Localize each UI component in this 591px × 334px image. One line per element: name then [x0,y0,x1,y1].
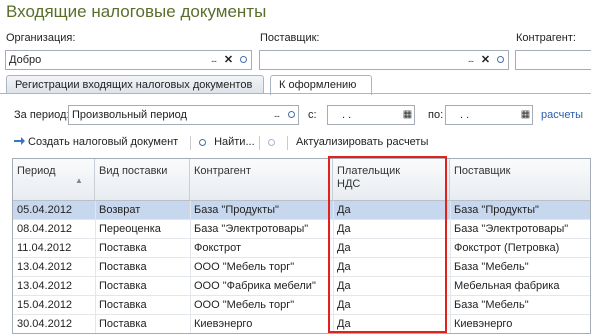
cell-counterparty: ООО "Мебель торг" [194,299,295,311]
select-button[interactable]: ... [269,106,284,124]
date-to-value: . . [460,109,470,121]
table-row[interactable]: 13.04.2012 Поставка ООО "Мебель торг" Да Баз… [13,258,590,277]
table-row[interactable]: 15.04.2012 Поставка ООО "Мебель торг" Да Баз… [13,296,590,315]
header-period-label: Период [17,165,56,177]
organization-label: Организация: [6,32,76,44]
cell-delivery-type: Возврат [99,204,141,216]
cell-supplier: База "Продукты" [454,204,539,216]
documents-table[interactable]: Период ▲ Вид поставки Контрагент Платель… [12,158,591,334]
column-divider [190,201,191,333]
cell-period: 30.04.2012 [17,318,73,330]
cell-supplier: База "Мебель" [454,261,529,273]
period-value: Произвольный период [72,109,187,121]
toolbar-divider [259,136,260,150]
period-select[interactable]: Произвольный период ... [68,105,299,125]
column-header-period[interactable]: Период ▲ [13,159,95,201]
cell-supplier: Фокстрот (Петровка) [454,242,560,254]
date-to-field[interactable]: . . ▦ [445,105,533,125]
cell-delivery-type: Поставка [99,280,147,292]
table-row[interactable]: 05.04.2012 Возврат База "Продукты" Да База "… [13,201,590,220]
cell-delivery-type: Поставка [99,318,147,330]
find-button[interactable]: Найти... [199,136,255,148]
toolbar-divider [287,136,288,150]
find-label: Найти... [214,136,255,148]
arrow-right-icon [14,137,25,145]
column-header-supplier[interactable]: Поставщик [450,159,590,201]
search-icon[interactable] [236,51,251,69]
search-icon[interactable] [493,51,508,69]
window-title: Входящие налоговые документы [6,2,267,21]
search-icon[interactable] [284,106,299,124]
cell-period: 05.04.2012 [17,204,73,216]
toolbar: Создать налоговый документ Найти... Акту… [0,131,591,155]
create-document-button[interactable]: Создать налоговый документ [14,136,178,148]
supplier-field[interactable]: ... ✕ [259,50,509,70]
cell-period: 15.04.2012 [17,299,73,311]
cell-delivery-type: Поставка [99,242,147,254]
supplier-label: Поставщик: [260,32,320,44]
select-button[interactable]: ... [206,51,221,69]
column-divider [95,201,96,333]
search-cancel-button[interactable] [268,136,280,148]
date-from-field[interactable]: . . ▦ [327,105,415,125]
cell-delivery-type: Переоценка [99,223,161,235]
cell-delivery-type: Поставка [99,261,147,273]
magnifier-icon [199,136,211,148]
refresh-settlements-button[interactable]: Актуализировать расчеты [296,136,428,148]
cell-counterparty: ООО "Мебель торг" [194,261,295,273]
date-from-value: . . [342,109,352,121]
cell-counterparty: База "Продукты" [194,204,279,216]
cell-period: 13.04.2012 [17,261,73,273]
counterparty-label: Контрагент: [516,32,576,44]
search-cancel-icon [268,136,280,148]
column-header-delivery-type[interactable]: Вид поставки [95,159,190,201]
cell-counterparty: База "Электротовары" [194,223,309,235]
cell-period: 08.04.2012 [17,223,73,235]
tab-registrations[interactable]: Регистрации входящих налоговых документо… [6,75,264,94]
cell-supplier: База "Электротовары" [454,223,569,235]
settlements-link[interactable]: расчеты [541,109,583,121]
clear-icon[interactable]: ✕ [221,51,236,69]
toolbar-divider [190,136,191,150]
counterparty-field[interactable] [515,50,591,70]
cell-counterparty: Киевэнерго [194,318,253,330]
tab-divider [0,93,591,94]
organization-value: Добро [9,54,42,66]
sort-icon[interactable]: ▲ [75,174,83,187]
organization-field[interactable]: Добро ... ✕ [5,50,252,70]
column-header-counterparty[interactable]: Контрагент [190,159,333,201]
period-label: За период: [14,109,70,121]
calendar-icon[interactable]: ▦ [400,106,415,124]
column-divider [450,201,451,333]
cell-supplier: Киевэнерго [454,318,513,330]
header-supplier-label: Поставщик [454,165,511,177]
cell-supplier: База "Мебель" [454,299,529,311]
table-row[interactable]: 30.04.2012 Поставка Киевэнерго Да Киевэнерго [13,315,590,333]
cell-counterparty: ООО "Фабрика мебели" [194,280,316,292]
tab-to-process[interactable]: К оформлению [270,75,372,95]
clear-icon[interactable]: ✕ [478,51,493,69]
cell-period: 11.04.2012 [17,242,72,254]
cell-delivery-type: Поставка [99,299,147,311]
table-row[interactable]: 08.04.2012 Переоценка База "Электротовары"… [13,220,590,239]
table-row[interactable]: 13.04.2012 Поставка ООО "Фабрика мебели" Да… [13,277,590,296]
cell-counterparty: Фокстрот [194,242,241,254]
to-label: по: [428,109,444,121]
calendar-icon[interactable]: ▦ [518,106,533,124]
select-button[interactable]: ... [463,51,478,69]
header-delivery-label: Вид поставки [99,165,168,177]
create-document-label: Создать налоговый документ [28,136,179,148]
header-counterparty-label: Контрагент [194,165,251,177]
cell-period: 13.04.2012 [17,280,73,292]
from-label: с: [308,109,317,121]
table-row[interactable]: 11.04.2012 Поставка Фокстрот Да Фокстрот (Пе… [13,239,590,258]
highlight-frame [328,156,447,333]
cell-supplier: Мебельная фабрика [454,280,560,292]
